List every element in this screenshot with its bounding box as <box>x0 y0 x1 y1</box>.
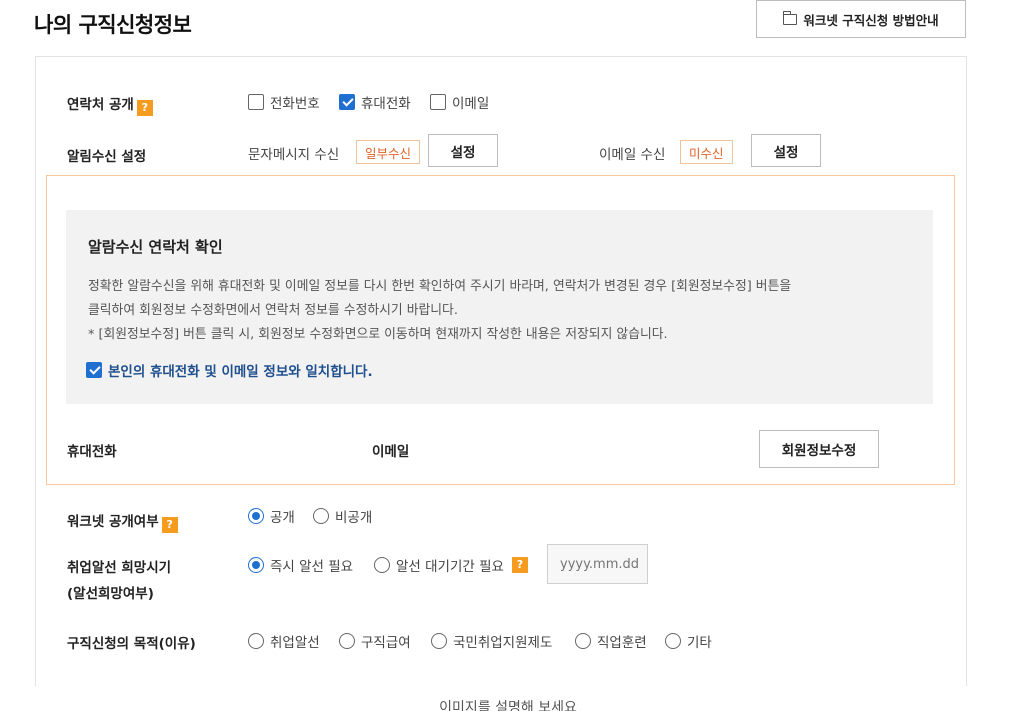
mobile-label: 휴대전화 <box>67 444 117 460</box>
email-label: 이메일 <box>372 444 410 460</box>
purpose-placement-radio[interactable]: 취업알선 <box>248 631 320 651</box>
radio-icon <box>248 633 264 649</box>
worknet-public-label: 워크넷 공개여부? <box>67 510 178 533</box>
notice-text-line: 클릭하여 회원정보 수정화면에서 연락처 정보를 수정하시기 바랍니다. <box>88 303 458 318</box>
purpose-benefit-radio[interactable]: 구직급여 <box>339 631 411 651</box>
page-title: 나의 구직신청정보 <box>34 13 192 37</box>
notification-label: 알림수신 설정 <box>67 149 147 165</box>
radio-icon <box>313 508 329 524</box>
email-settings-button[interactable]: 설정 <box>751 134 821 167</box>
contact-phone-checkbox[interactable]: 전화번호 <box>248 92 320 112</box>
contact-mobile-checkbox[interactable]: 휴대전화 <box>339 92 411 112</box>
radio-selected-icon <box>248 557 264 573</box>
purpose-label: 구직신청의 목적(이유) <box>67 636 196 652</box>
placement-wait-radio[interactable]: 알선 대기기간 필요 ? <box>374 555 528 575</box>
radio-icon <box>374 557 390 573</box>
sms-receive-label: 문자메시지 수신 <box>248 147 340 163</box>
worknet-public-radio[interactable]: 공개 <box>248 506 295 526</box>
notice-text-line: 정확한 알람수신을 위해 휴대전화 및 이메일 정보를 다시 한번 확인하여 주… <box>88 279 792 294</box>
sms-settings-button[interactable]: 설정 <box>428 134 498 167</box>
radio-icon <box>339 633 355 649</box>
placement-time-sublabel: (알선희망여부) <box>67 586 154 602</box>
placement-date-input[interactable] <box>547 544 648 584</box>
checkbox-checked-icon <box>86 362 102 378</box>
image-caption: 이미지를 설명해 보세요 <box>439 700 577 711</box>
checkbox-icon <box>430 94 446 110</box>
email-status-badge: 미수신 <box>680 140 733 164</box>
help-icon[interactable]: ? <box>511 557 528 573</box>
contact-public-label: 연락처 공개? <box>67 93 153 116</box>
radio-selected-icon <box>248 508 264 524</box>
folder-icon <box>783 10 798 25</box>
placement-immediate-radio[interactable]: 즉시 알선 필요 <box>248 555 353 575</box>
guide-button-label: 워크넷 구직신청 방법안내 <box>803 12 939 28</box>
purpose-training-radio[interactable]: 직업훈련 <box>575 631 647 651</box>
notice-panel: 알람수신 연락처 확인 정확한 알람수신을 위해 휴대전화 및 이메일 정보를 … <box>66 210 933 404</box>
checkbox-icon <box>248 94 264 110</box>
radio-icon <box>575 633 591 649</box>
checkbox-checked-icon <box>339 94 355 110</box>
worknet-guide-button[interactable]: 워크넷 구직신청 방법안내 <box>756 0 966 38</box>
help-icon[interactable]: ? <box>161 517 178 533</box>
radio-icon <box>665 633 681 649</box>
notice-text-line: * [회원정보수정] 버튼 클릭 시, 회원정보 수정화면으로 이동하며 현재까… <box>88 327 668 342</box>
placement-time-label: 취업알선 희망시기 <box>67 560 172 576</box>
purpose-other-radio[interactable]: 기타 <box>665 631 712 651</box>
contact-email-checkbox[interactable]: 이메일 <box>430 92 489 112</box>
confirm-checkbox[interactable]: 본인의 휴대전화 및 이메일 정보와 일치합니다. <box>86 360 373 380</box>
sms-status-badge: 일부수신 <box>356 140 421 164</box>
edit-member-info-button[interactable]: 회원정보수정 <box>759 430 879 468</box>
notice-title: 알람수신 연락처 확인 <box>88 238 223 256</box>
radio-icon <box>431 633 447 649</box>
email-receive-label: 이메일 수신 <box>599 147 666 163</box>
worknet-private-radio[interactable]: 비공개 <box>313 506 372 526</box>
help-icon[interactable]: ? <box>136 100 153 116</box>
purpose-national-support-radio[interactable]: 국민취업지원제도 <box>431 631 552 651</box>
